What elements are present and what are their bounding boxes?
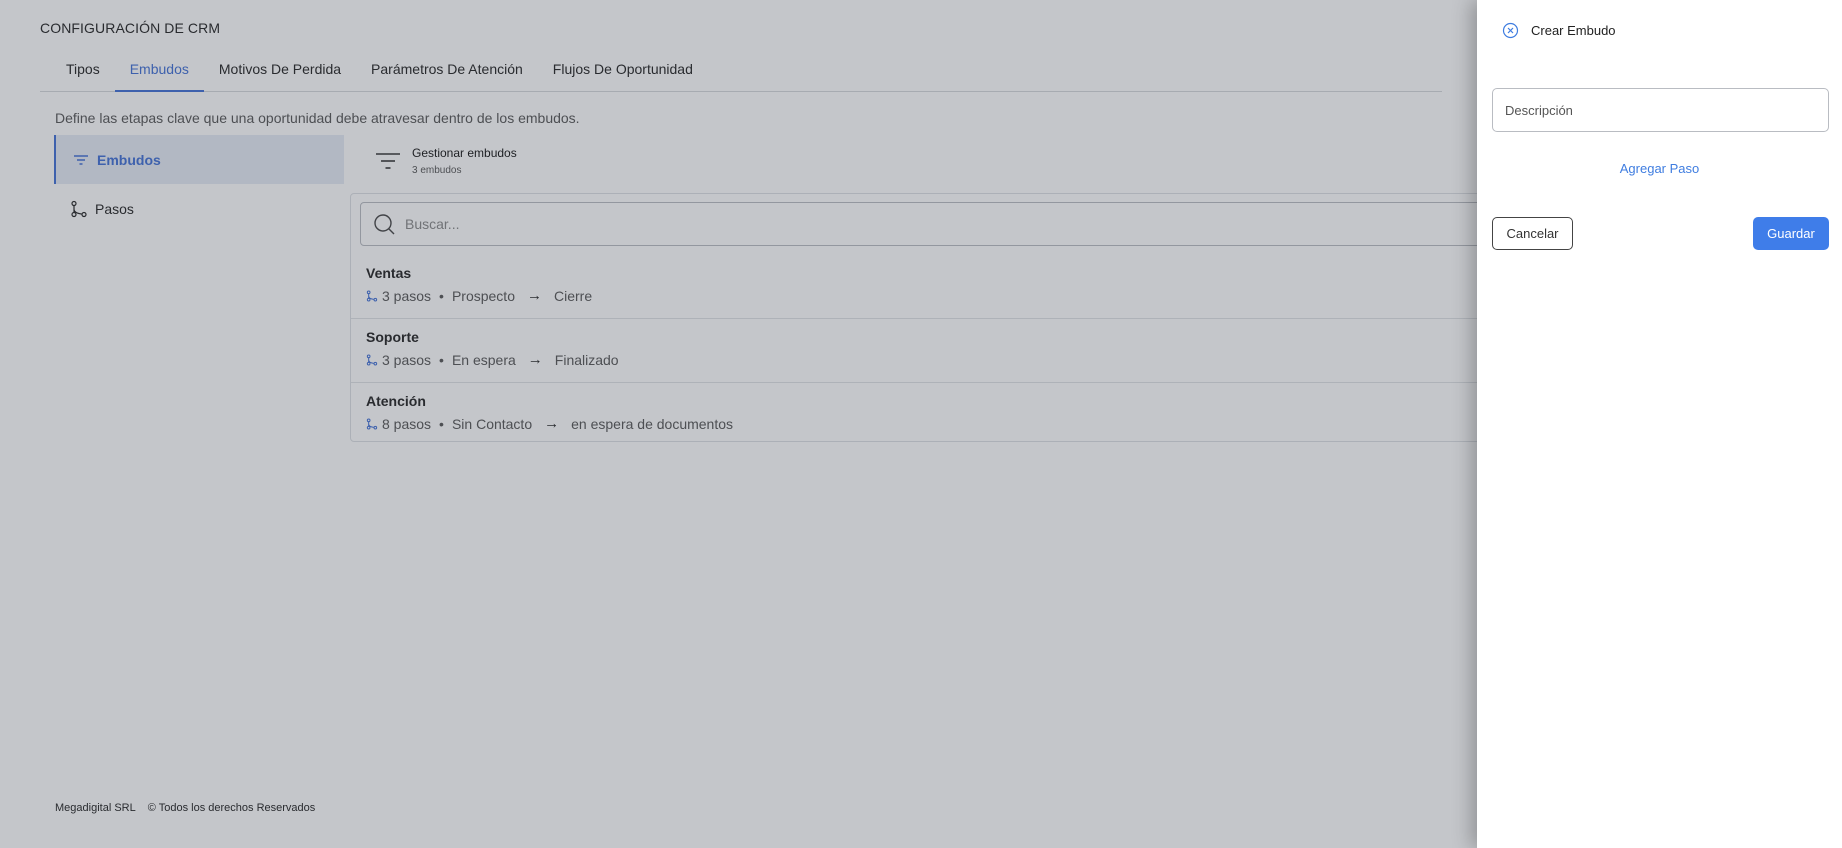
create-funnel-drawer: Crear Embudo Agregar Paso Cancelar Guard… [1477, 0, 1842, 848]
add-step-button[interactable]: Agregar Paso [1477, 161, 1842, 176]
description-field-wrapper [1492, 88, 1829, 132]
save-button[interactable]: Guardar [1753, 217, 1829, 250]
drawer-title: Crear Embudo [1531, 23, 1616, 38]
cancel-button[interactable]: Cancelar [1492, 217, 1573, 250]
drawer-header: Crear Embudo [1502, 22, 1616, 39]
description-input[interactable] [1493, 89, 1828, 131]
close-circle-icon[interactable] [1502, 22, 1519, 39]
